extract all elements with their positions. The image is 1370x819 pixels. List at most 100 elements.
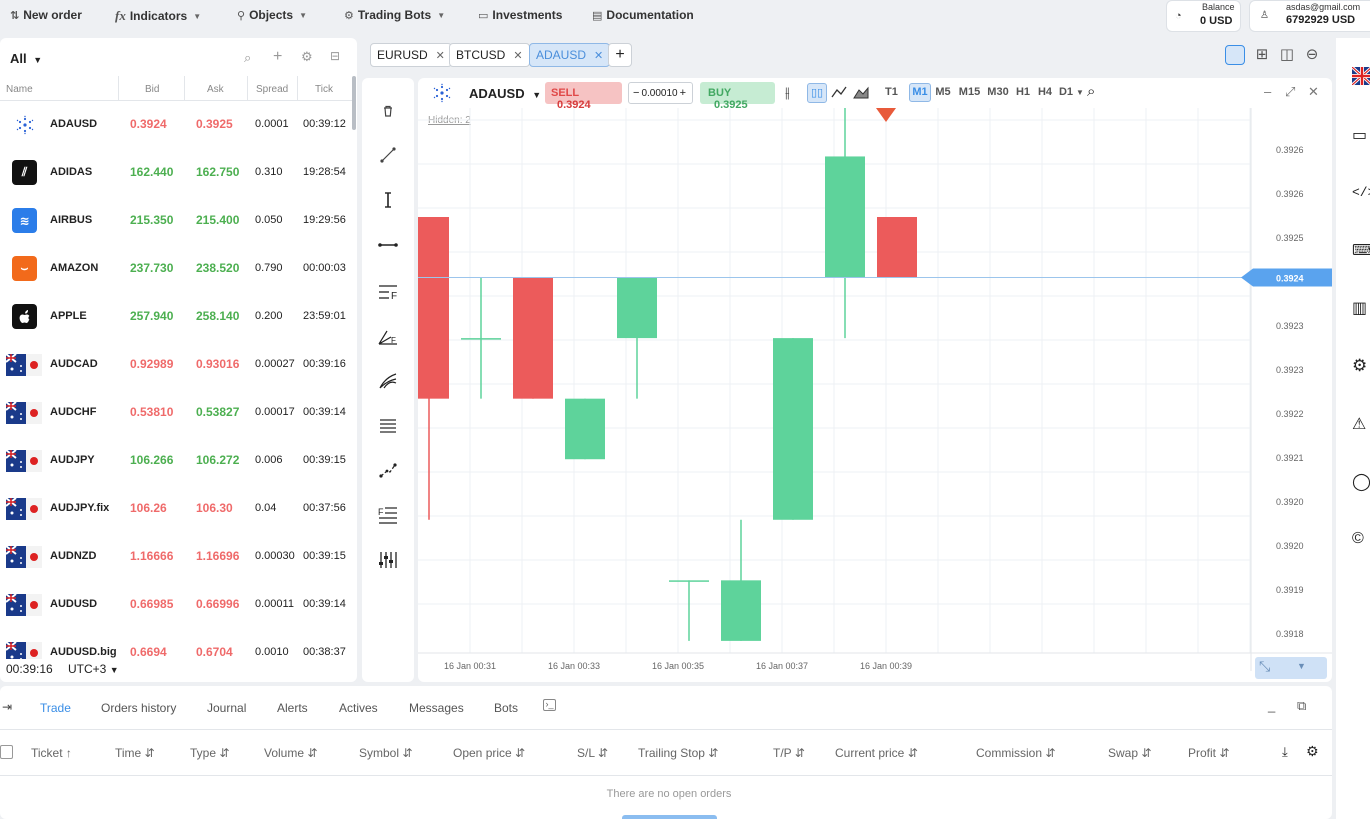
layout-vertical-icon[interactable]: ◫ [1277,45,1297,65]
symbol-selector[interactable]: ADAUSD ▼ [469,86,541,101]
col-open-price[interactable]: Open price ⇵ [453,746,525,760]
watchlist-row[interactable]: ⌣ AMAZON 237.730 238.520 0.790 00:00:03 [0,245,352,293]
watchlist-row[interactable]: APPLE 257.940 258.140 0.200 23:59:01 [0,293,352,341]
bars-chart-icon[interactable]: ⫲ [785,84,790,101]
tab-btcusd[interactable]: BTCUSD ✕ [449,43,530,67]
tab-adausd[interactable]: ADAUSD ✕ [529,43,611,67]
watchlist-row[interactable]: ≋ AIRBUS 215.350 215.400 0.050 19:29:56 [0,197,352,245]
tf-h1[interactable]: H1 [1012,86,1034,102]
collapse-icon[interactable]: ⊟ [330,49,340,63]
settings-icon[interactable]: ⚙ [1352,356,1370,376]
minus-icon[interactable]: − [633,87,639,99]
panel-toggle-icon[interactable]: ⇥ [2,700,12,714]
add-tab-button[interactable]: + [608,43,632,67]
watchlist-row[interactable]: AUDJPY.fix 106.26 106.30 0.04 00:37:56 [0,485,352,533]
zoom-icon[interactable]: ⌕ [1087,83,1095,100]
download-icon[interactable]: ⤓ [1282,744,1288,760]
watchlist-row[interactable]: ⫽ ADIDAS 162.440 162.750 0.310 19:28:54 [0,149,352,197]
tf-m1[interactable]: M1 [909,83,931,102]
col-commission[interactable]: Commission ⇵ [976,746,1055,760]
fibonacci-fan-icon[interactable]: F [376,325,400,349]
candlestick-chart[interactable]: 0.3924 0.3926 0.3926 0.3925 0.3923 0.3923 0.39… [418,108,1332,682]
language-flag-icon[interactable] [1352,67,1370,85]
copyright-icon[interactable]: © [1352,530,1370,550]
tab-trade[interactable]: Trade [40,701,71,715]
search-icon[interactable]: ⌕ [244,50,251,66]
tf-m15[interactable]: M15 [955,86,984,102]
account-box[interactable]: ♙ asdas@gmail.com 6792929 USD [1249,0,1370,32]
horizontal-line-icon[interactable] [376,233,400,257]
layout-grid-icon[interactable]: ⊞ [1252,45,1272,65]
close-icon[interactable]: ✕ [1308,84,1319,100]
col-spread[interactable]: Spread [256,84,288,95]
tf-d1[interactable]: D1 [1056,86,1076,102]
new-order-bottom-button[interactable] [622,815,717,819]
trend-line-icon[interactable] [376,143,400,167]
watchlist-scrollbar[interactable] [352,76,356,130]
tab-journal[interactable]: Journal [207,701,246,715]
sliders-icon[interactable] [376,548,400,572]
fibonacci-levels-icon[interactable]: F [376,503,400,527]
close-icon[interactable]: ✕ [594,49,603,62]
pitchfork-icon[interactable] [376,369,400,393]
watchlist-row[interactable]: ADAUSD 0.3924 0.3925 0.0001 00:39:12 [0,101,352,149]
minimize-icon[interactable]: _ [1268,698,1275,713]
fibonacci-retracement-icon[interactable]: F [376,280,400,304]
code-icon[interactable]: </> [1352,185,1370,205]
watchlist-row[interactable]: AUDUSD 0.66985 0.66996 0.00011 00:39:14 [0,581,352,629]
vertical-line-icon[interactable] [376,188,400,212]
col-type[interactable]: Type ⇵ [190,746,229,760]
close-icon[interactable]: ✕ [513,49,522,62]
candles-chart-icon[interactable]: ▯▯ [807,83,827,103]
keyboard-icon[interactable]: ⌨ [1352,241,1370,261]
restore-icon[interactable]: ⧉ [1297,698,1306,714]
col-trailing-stop[interactable]: Trailing Stop ⇵ [638,746,718,760]
area-chart-icon[interactable] [853,84,869,100]
tf-m5[interactable]: M5 [931,86,955,102]
timezone-select[interactable]: UTC+3 ▼ [68,662,119,676]
tab-orders-history[interactable]: Orders history [101,701,176,715]
tf-h4[interactable]: H4 [1034,86,1056,102]
tf-m30[interactable]: M30 [984,86,1012,102]
auto-scale-icon[interactable]: ⤡ [1259,658,1270,675]
gear-icon[interactable]: ⚙ [1306,743,1319,760]
parallel-lines-icon[interactable] [376,413,400,437]
col-s-l[interactable]: S/L ⇵ [577,746,608,760]
layout-horizontal-icon[interactable]: ⊖ [1302,45,1322,65]
chevron-down-icon[interactable]: ▼ [1076,88,1084,102]
sell-button[interactable]: SELL 0.3924 [545,82,622,111]
buy-button[interactable]: BUY 0.3925 [700,82,775,111]
col-symbol[interactable]: Symbol ⇵ [359,746,412,760]
balance-box[interactable]: ◔ Balance 0 USD [1166,0,1241,32]
col-ask[interactable]: Ask [207,84,224,95]
tab-eurusd[interactable]: EURUSD ✕ [370,43,452,67]
col-time[interactable]: Time ⇵ [115,746,155,760]
tf-t1[interactable]: T1 [885,86,909,102]
watchlist-row[interactable]: AUDNZD 1.16666 1.16696 0.00030 00:39:15 [0,533,352,581]
col-profit[interactable]: Profit ⇵ [1188,746,1229,760]
col-current-price[interactable]: Current price ⇵ [835,746,918,760]
new-order-button[interactable]: ⇅ New order [10,8,82,22]
chevron-down-icon[interactable]: ▼ [1297,661,1306,671]
minimize-icon[interactable]: – [1264,84,1271,99]
add-icon[interactable]: + [273,48,282,66]
watchlist-row[interactable]: AUDCHF 0.53810 0.53827 0.00017 00:39:14 [0,389,352,437]
col-swap[interactable]: Swap ⇵ [1108,746,1151,760]
chat-icon[interactable]: ◯ [1352,472,1370,492]
watchlist-row[interactable]: AUDCAD 0.92989 0.93016 0.00027 00:39:16 [0,341,352,389]
tab-alerts[interactable]: Alerts [277,701,308,715]
documentation-menu[interactable]: ▤ Documentation [592,8,694,22]
tab-actives[interactable]: Actives [339,701,378,715]
col-name[interactable]: Name [6,84,33,95]
line-chart-icon[interactable] [831,84,847,100]
tab-messages[interactable]: Messages [409,701,464,715]
trading-bots-menu[interactable]: ⚙ Trading Bots ▼ [344,8,445,22]
layout-single-icon[interactable] [1225,45,1245,65]
monitor-icon[interactable]: ▭ [1352,125,1370,145]
col-tick[interactable]: Tick [315,84,333,95]
col-t-p[interactable]: T/P ⇵ [773,746,805,760]
col-bid[interactable]: Bid [145,84,159,95]
trash-icon[interactable] [376,99,400,123]
select-all-checkbox[interactable] [0,745,13,759]
path-tool-icon[interactable] [376,458,400,482]
